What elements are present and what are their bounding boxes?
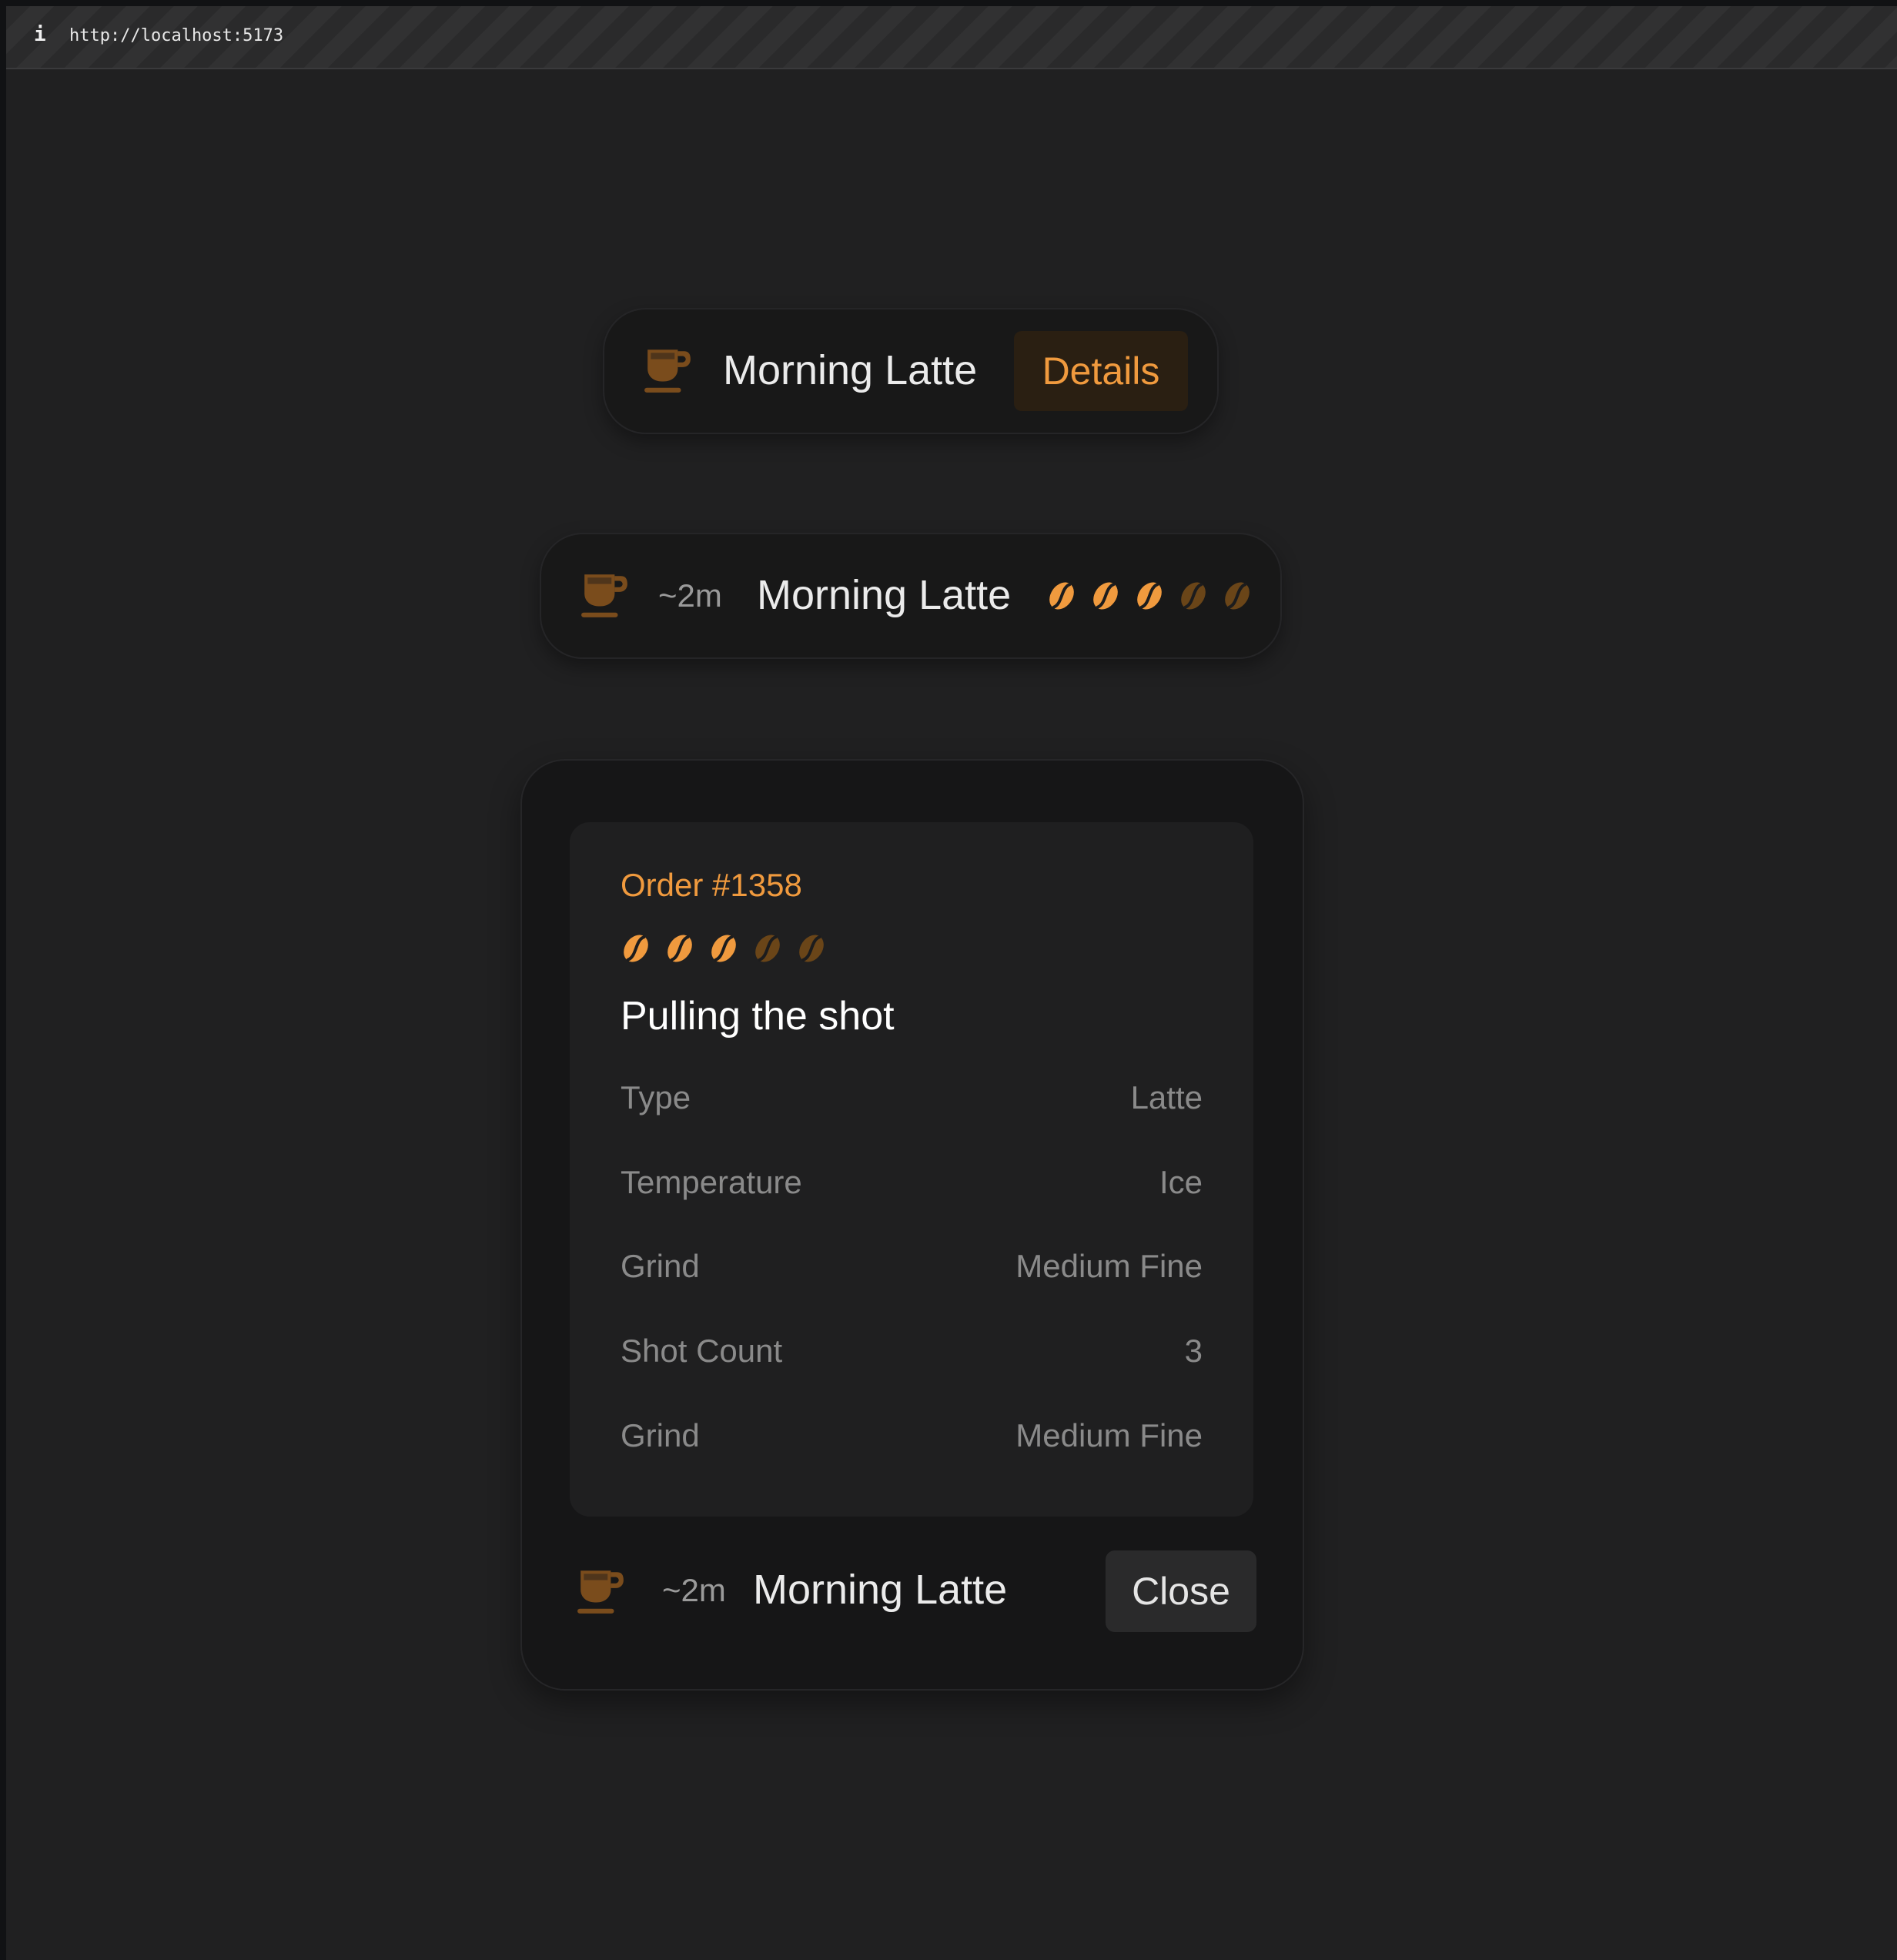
eta-label: ~2m [662, 1572, 726, 1608]
bean-empty-icon [1181, 582, 1206, 610]
detail-label: Grind [621, 1417, 700, 1453]
bean-filled-icon [624, 935, 648, 962]
detail-label: Grind [621, 1248, 700, 1284]
order-title: Morning Latte [757, 572, 1012, 618]
detail-value: Medium Fine [1015, 1417, 1203, 1453]
coffee-cup-icon [577, 1570, 624, 1614]
bean-empty-icon [1225, 582, 1250, 610]
detail-row-temperature: Temperature Ice [621, 1164, 1203, 1210]
order-details-card: Order #1358 Pulling the shot Type Latte … [570, 822, 1253, 1517]
bean-filled-icon [711, 935, 736, 962]
detail-label: Type [621, 1079, 691, 1115]
bean-empty-icon [799, 935, 824, 962]
order-status: Pulling the shot [621, 994, 895, 1039]
coffee-cup-icon [581, 574, 627, 617]
address-bar[interactable]: i http://localhost:5173 [6, 6, 1897, 69]
order-details-modal: Order #1358 Pulling the shot Type Latte … [520, 759, 1304, 1691]
detail-row-grind: Grind Medium Fine [621, 1248, 1203, 1294]
order-title: Morning Latte [753, 1567, 1008, 1613]
detail-value: 3 [1184, 1333, 1203, 1369]
detail-row-type: Type Latte [621, 1079, 1203, 1125]
detail-row-shot-count: Shot Count 3 [621, 1333, 1203, 1379]
order-number: Order #1358 [621, 867, 802, 903]
coffee-cup-icon [644, 350, 691, 393]
bean-filled-icon [1137, 582, 1162, 610]
eta-label: ~2m [658, 577, 722, 614]
detail-label: Shot Count [621, 1333, 783, 1369]
bean-filled-icon [1049, 582, 1074, 610]
details-button[interactable]: Details [1014, 331, 1188, 411]
detail-value: Ice [1159, 1164, 1203, 1200]
detail-value: Latte [1130, 1079, 1203, 1115]
bean-filled-icon [1093, 582, 1118, 610]
url-text[interactable]: http://localhost:5173 [69, 26, 283, 45]
strength-rating [621, 933, 827, 964]
strength-rating [1046, 580, 1253, 611]
detail-label: Temperature [621, 1164, 802, 1200]
expanded-order-pill[interactable]: ~2m Morning Latte [540, 533, 1282, 659]
bean-empty-icon [755, 935, 780, 962]
info-icon[interactable]: i [34, 23, 46, 46]
detail-value: Medium Fine [1015, 1248, 1203, 1284]
order-title: Morning Latte [723, 347, 978, 393]
bean-filled-icon [667, 935, 692, 962]
compact-order-pill[interactable]: Morning Latte Details [603, 308, 1219, 434]
browser-window: i http://localhost:5173 Morning Latte De… [6, 6, 1897, 1960]
close-button[interactable]: Close [1106, 1550, 1256, 1632]
detail-row-grind: Grind Medium Fine [621, 1417, 1203, 1463]
